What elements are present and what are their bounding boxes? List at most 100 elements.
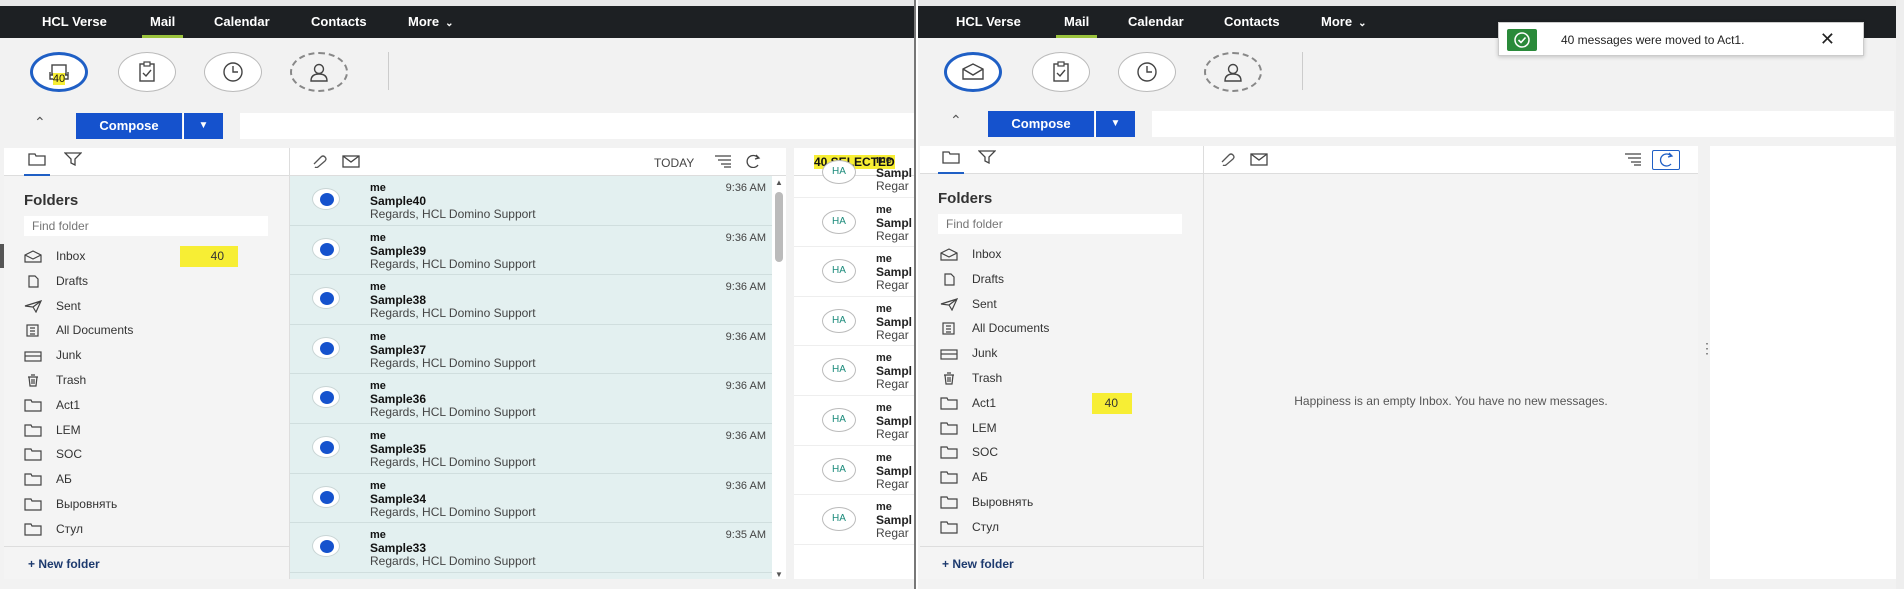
nav-mail[interactable]: Mail	[1055, 6, 1098, 38]
selected-radio-icon[interactable]	[312, 336, 340, 359]
tasks-quick-button[interactable]	[118, 52, 176, 92]
selected-message-row[interactable]: HA me Sampl Regar	[794, 198, 914, 248]
selected-radio-icon[interactable]	[312, 485, 340, 508]
nav-mail[interactable]: Mail	[141, 6, 184, 38]
folder-item-аб[interactable]: АБ	[920, 465, 1203, 490]
message-row[interactable]: me Sample33 Regards, HCL Domino Support 9:3…	[290, 523, 772, 573]
folder-item-act1[interactable]: Act1	[4, 393, 289, 418]
scroll-thumb[interactable]	[775, 192, 783, 262]
nav-contacts[interactable]: Contacts	[1224, 6, 1280, 38]
folder-item-sent[interactable]: Sent	[920, 292, 1203, 317]
folder-item-стул[interactable]: Стул	[4, 517, 289, 542]
add-person-quick-button[interactable]	[1204, 52, 1262, 92]
close-icon[interactable]: ✕	[1820, 29, 1835, 50]
nav-more[interactable]: More ⌄	[1321, 6, 1366, 38]
selected-radio-icon[interactable]	[312, 287, 340, 310]
window-scrollbar[interactable]	[1896, 0, 1904, 589]
message-row[interactable]: me Sample36 Regards, HCL Domino Support 9:3…	[290, 374, 772, 424]
selected-message-row[interactable]: HA me Sampl Regar	[794, 396, 914, 446]
folder-item-soc[interactable]: SOC	[920, 440, 1203, 465]
folder-item-all-documents[interactable]: All Documents	[4, 318, 289, 343]
nav-brand[interactable]: HCL Verse	[42, 6, 107, 38]
nav-calendar[interactable]: Calendar	[1128, 6, 1184, 38]
refresh-button[interactable]	[1652, 150, 1680, 170]
compose-button[interactable]: Compose	[988, 111, 1094, 137]
folder-item-soc[interactable]: SOC	[4, 442, 289, 467]
folder-item-lem[interactable]: LEM	[4, 418, 289, 443]
search-bar[interactable]	[240, 113, 914, 139]
folder-item-act1[interactable]: Act1 40	[920, 391, 1203, 416]
envelope-icon[interactable]	[342, 154, 360, 168]
folder-icon	[24, 423, 42, 437]
folder-item-выровнять[interactable]: Выровнять	[4, 492, 289, 517]
folder-item-inbox[interactable]: Inbox	[920, 242, 1203, 267]
folders-tab[interactable]	[24, 152, 50, 176]
selected-radio-icon[interactable]	[312, 435, 340, 458]
selected-message-row[interactable]: HA me Sampl Regar	[794, 346, 914, 396]
message-row[interactable]: me Sample39 Regards, HCL Domino Support 9:3…	[290, 226, 772, 276]
selected-message-row[interactable]: HA me Sampl Regar	[794, 247, 914, 297]
paperclip-icon[interactable]	[1218, 152, 1236, 166]
compose-dropdown-button[interactable]: ▼	[183, 113, 223, 139]
message-row[interactable]: me Sample34 Regards, HCL Domino Support 9:3…	[290, 474, 772, 524]
chevron-up-icon[interactable]: ⌃	[34, 114, 46, 131]
sort-label[interactable]: TODAY	[654, 156, 694, 170]
message-time: 9:36 AM	[725, 231, 766, 244]
inbox-quick-button[interactable]: 40	[30, 52, 88, 92]
message-row[interactable]: me Sample35 Regards, HCL Domino Support 9:3…	[290, 424, 772, 474]
envelope-icon[interactable]	[1250, 152, 1268, 166]
filter-tab[interactable]	[974, 150, 1000, 174]
folder-item-drafts[interactable]: Drafts	[4, 269, 289, 294]
scroll-up-icon[interactable]: ▲	[775, 178, 783, 187]
refresh-icon[interactable]	[744, 154, 762, 168]
folder-item-drafts[interactable]: Drafts	[920, 267, 1203, 292]
sort-list-icon[interactable]	[1624, 152, 1642, 166]
folder-item-выровнять[interactable]: Выровнять	[920, 490, 1203, 515]
chevron-up-icon[interactable]: ⌃	[950, 112, 962, 129]
folder-item-lem[interactable]: LEM	[920, 416, 1203, 441]
folder-item-trash[interactable]: Trash	[920, 366, 1203, 391]
compose-dropdown-button[interactable]: ▼	[1095, 111, 1135, 137]
scroll-down-icon[interactable]: ▼	[775, 570, 783, 579]
waiting-quick-button[interactable]	[204, 52, 262, 92]
folder-item-junk[interactable]: Junk	[920, 341, 1203, 366]
paperclip-icon[interactable]	[310, 154, 328, 168]
message-row[interactable]: me Sample38 Regards, HCL Domino Support 9:3…	[290, 275, 772, 325]
message-row[interactable]: me Sample40 Regards, HCL Domino Support 9:3…	[290, 176, 772, 226]
new-folder-button[interactable]: + New folder	[28, 557, 100, 571]
selected-message-row[interactable]: HA me Sampl Regar	[794, 446, 914, 496]
message-scrollbar[interactable]: ▲ ▼	[772, 176, 786, 579]
nav-contacts[interactable]: Contacts	[311, 6, 367, 38]
find-folder-input[interactable]	[938, 214, 1182, 234]
folder-item-trash[interactable]: Trash	[4, 368, 289, 393]
folder-item-all-documents[interactable]: All Documents	[920, 316, 1203, 341]
selected-radio-icon[interactable]	[312, 237, 340, 260]
folder-item-sent[interactable]: Sent	[4, 294, 289, 319]
new-folder-button[interactable]: + New folder	[942, 557, 1014, 571]
folder-item-аб[interactable]: АБ	[4, 467, 289, 492]
folders-tab[interactable]	[938, 150, 964, 174]
message-row[interactable]: me Sample37 Regards, HCL Domino Support 9:3…	[290, 325, 772, 375]
selected-radio-icon[interactable]	[312, 188, 340, 210]
tasks-quick-button[interactable]	[1032, 52, 1090, 92]
add-person-quick-button[interactable]	[290, 52, 348, 92]
folder-item-inbox[interactable]: Inbox 40	[0, 244, 289, 269]
sort-list-icon[interactable]	[714, 154, 732, 168]
filter-tab[interactable]	[60, 152, 86, 176]
nav-calendar[interactable]: Calendar	[214, 6, 270, 38]
folder-item-стул[interactable]: Стул	[920, 515, 1203, 540]
nav-more[interactable]: More ⌄	[408, 6, 453, 38]
selected-radio-icon[interactable]	[312, 535, 340, 558]
nav-brand[interactable]: HCL Verse	[956, 6, 1021, 38]
waiting-quick-button[interactable]	[1118, 52, 1176, 92]
selected-radio-icon[interactable]	[312, 386, 340, 409]
folder-item-junk[interactable]: Junk	[4, 343, 289, 368]
selected-message-row[interactable]: HA me Sampl Regar	[794, 297, 914, 347]
find-folder-input[interactable]	[24, 216, 268, 236]
compose-button[interactable]: Compose	[76, 113, 182, 139]
search-bar[interactable]	[1152, 111, 1894, 137]
selected-message-row[interactable]: HA me Sampl Regar	[794, 495, 914, 545]
check-circle-icon	[1514, 32, 1530, 48]
selected-message-row[interactable]: HA me Sampl Regar	[794, 148, 914, 198]
inbox-quick-button[interactable]	[944, 52, 1002, 92]
